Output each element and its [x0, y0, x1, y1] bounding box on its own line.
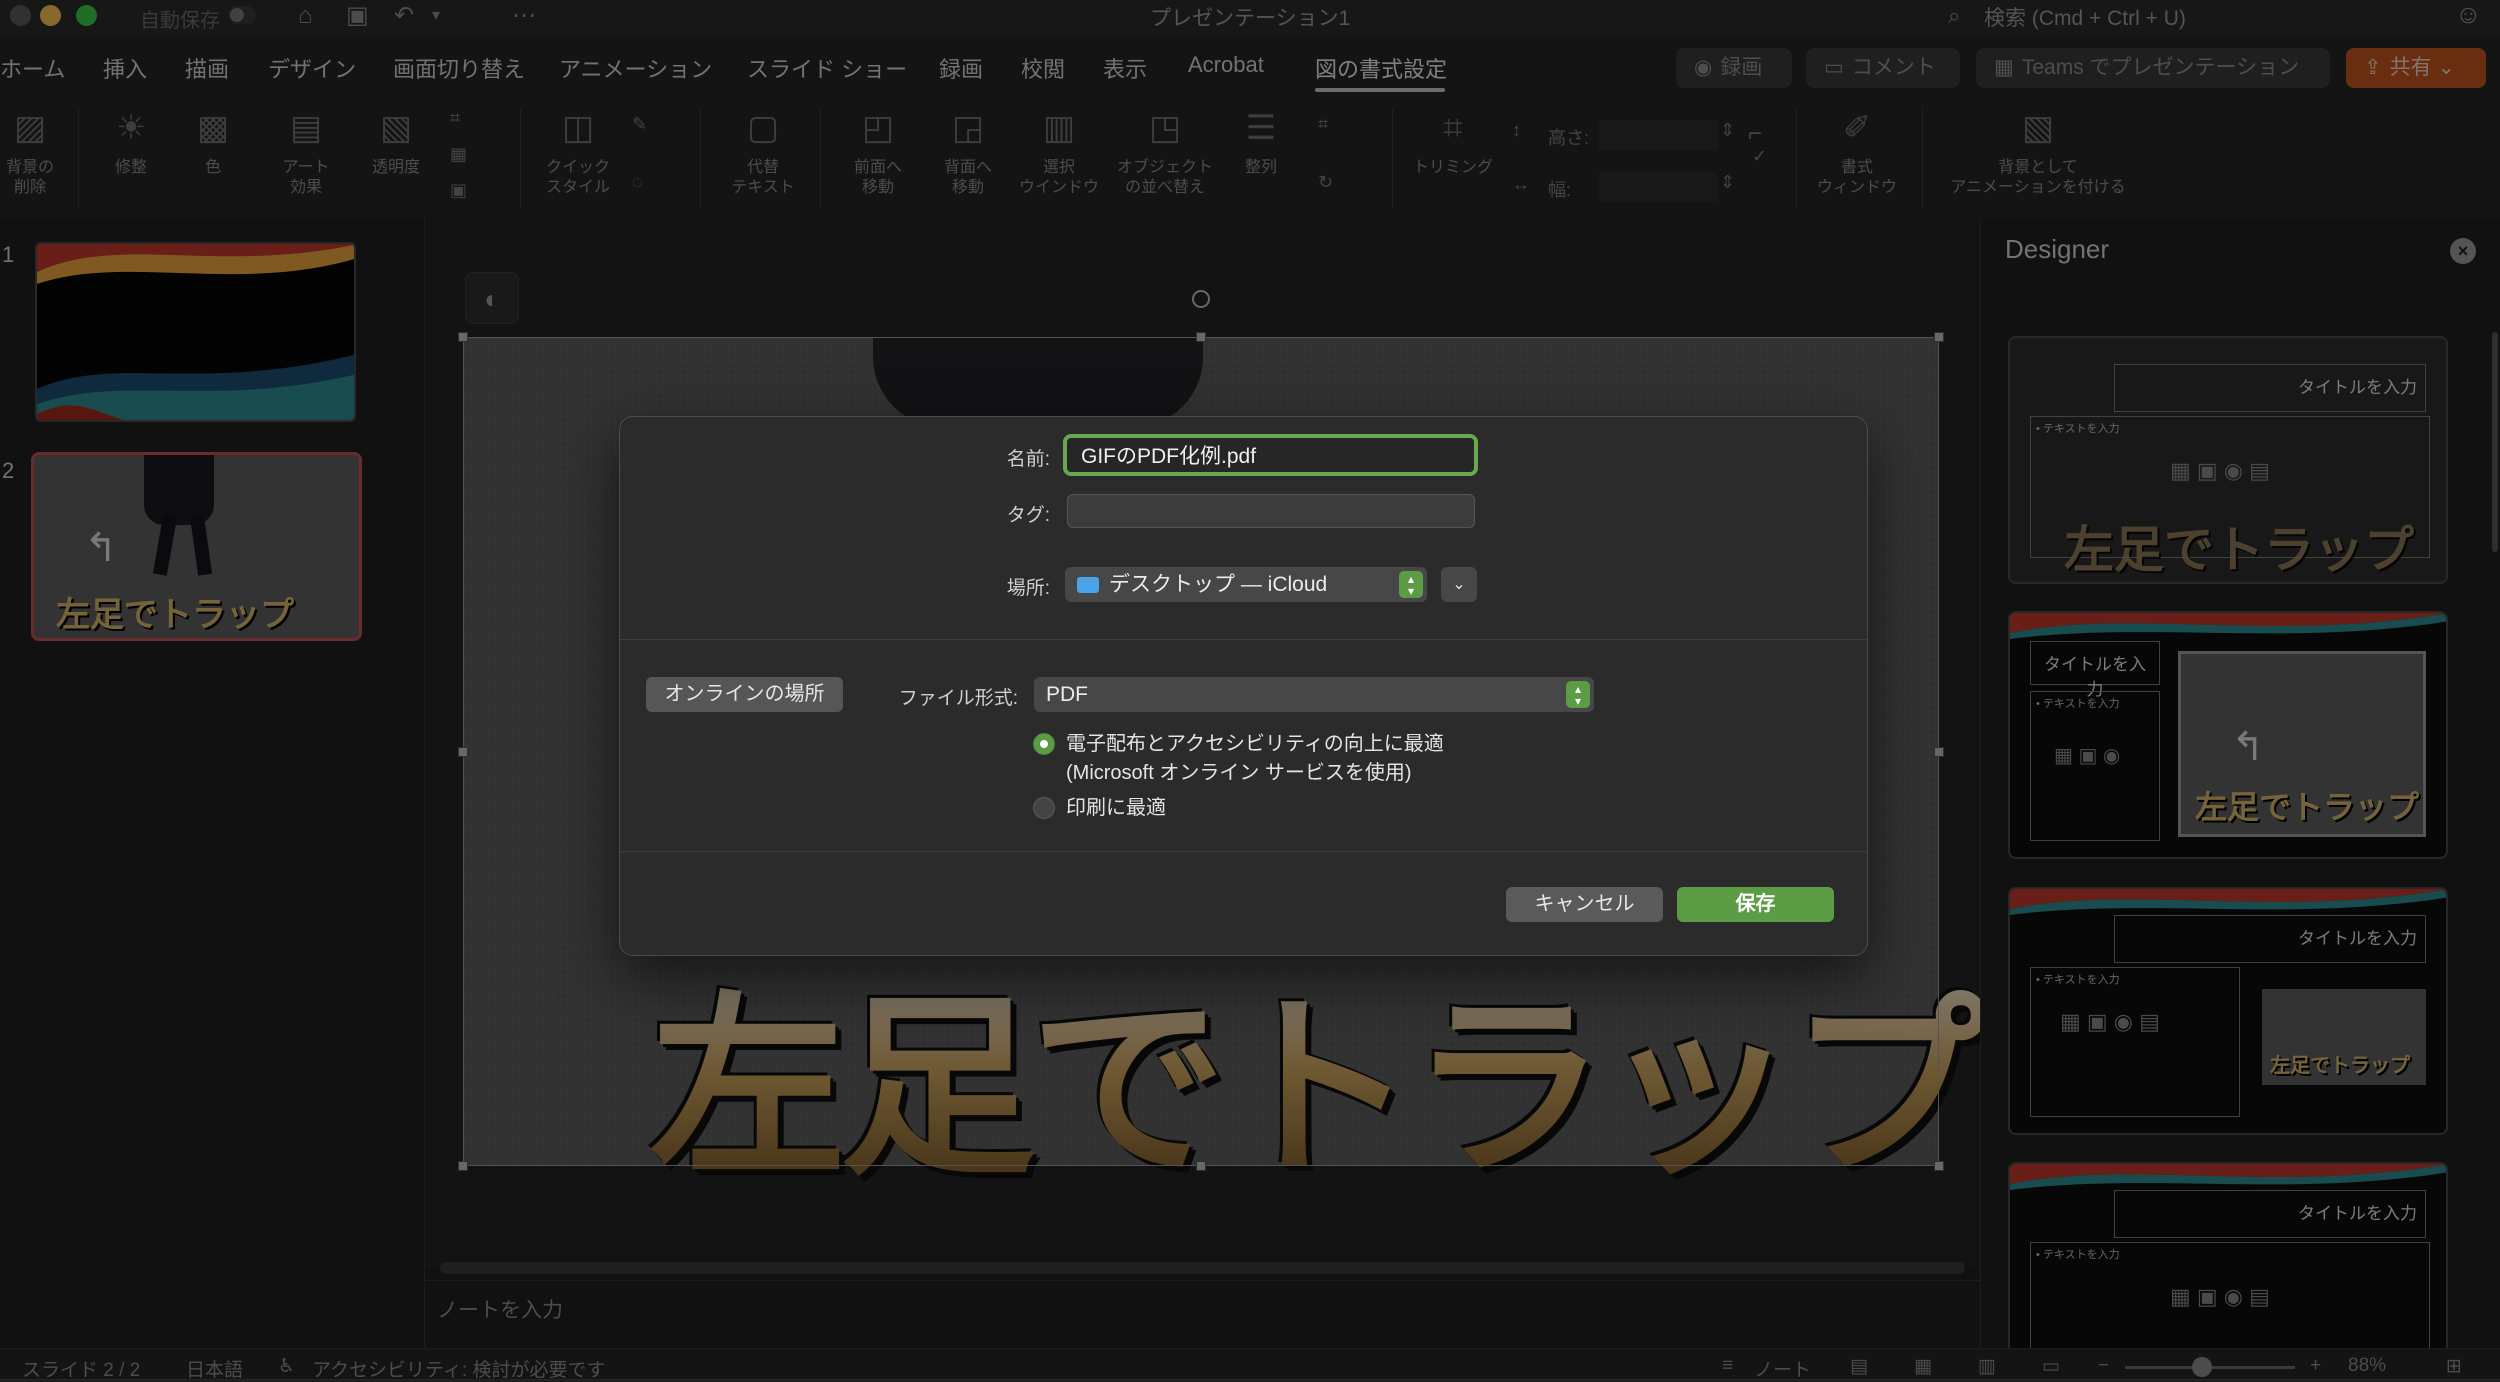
location-value: デスクトップ — iCloud [1109, 573, 1328, 596]
file-format-popup[interactable]: PDF ▴ ▾ [1034, 677, 1594, 712]
radio-best-for-distribution[interactable] [1033, 733, 1055, 755]
tag-label: タグ: [1006, 505, 1050, 526]
chevron-down-icon: ⌄ [1452, 576, 1466, 593]
tag-field[interactable] [1067, 494, 1475, 528]
online-locations-button[interactable]: オンラインの場所 [646, 677, 843, 712]
popup-stepper-icon: ▴ ▾ [1399, 571, 1423, 598]
popup-stepper-icon: ▴ ▾ [1566, 681, 1590, 708]
expand-dialog-button[interactable]: ⌄ [1441, 567, 1477, 602]
radio-distribution-label[interactable]: 電子配布とアクセシビリティの向上に最適 [1066, 730, 1444, 758]
filename-field[interactable]: GIFのPDF化例.pdf [1063, 434, 1478, 476]
save-button[interactable]: 保存 [1677, 887, 1834, 922]
folder-icon [1077, 577, 1099, 593]
dialog-divider [620, 851, 1867, 852]
radio-distribution-sublabel[interactable]: (Microsoft オンライン サービスを使用) [1066, 759, 1412, 787]
location-popup[interactable]: デスクトップ — iCloud ▴ ▾ [1065, 567, 1427, 602]
radio-print-label[interactable]: 印刷に最適 [1066, 794, 1166, 822]
file-format-label: ファイル形式: [898, 688, 1018, 709]
name-label: 名前: [1006, 449, 1050, 470]
dialog-divider [620, 639, 1867, 640]
location-label: 場所: [1006, 578, 1050, 599]
radio-best-for-printing[interactable] [1033, 797, 1055, 819]
file-format-value: PDF [1046, 683, 1088, 706]
cancel-button[interactable]: キャンセル [1506, 887, 1663, 922]
